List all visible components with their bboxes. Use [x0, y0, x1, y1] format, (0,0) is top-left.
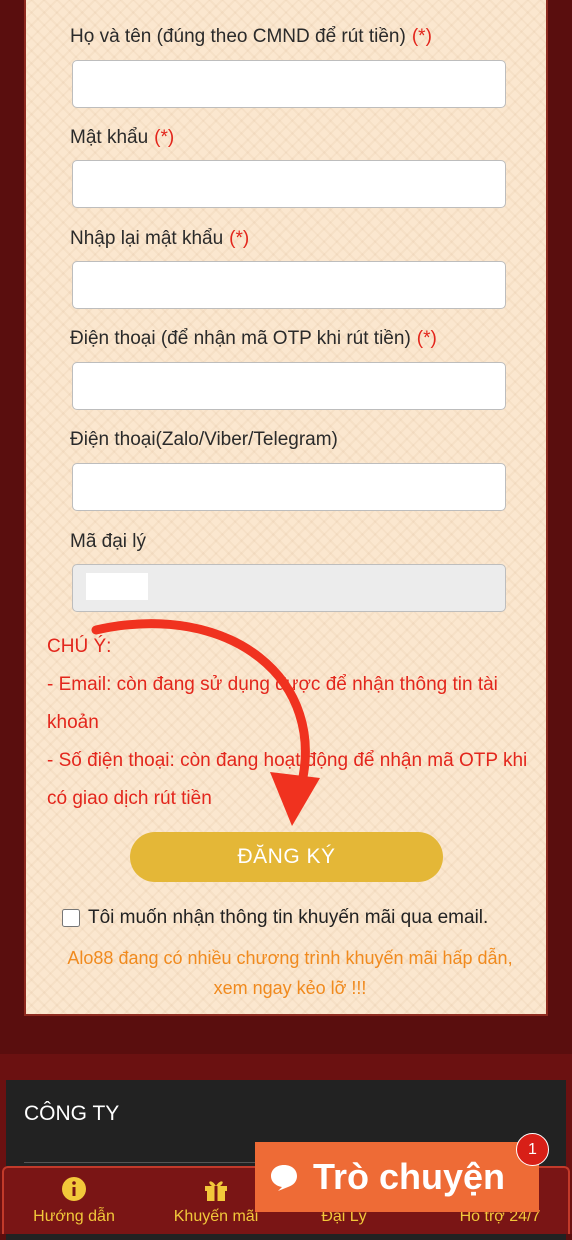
chat-bubble-icon — [271, 1165, 297, 1191]
gift-icon — [205, 1181, 227, 1201]
company-heading: CÔNG TY — [24, 1102, 120, 1125]
confirm-password-input[interactable] — [72, 261, 506, 309]
phone-otp-input[interactable] — [72, 362, 506, 410]
promo-text: Alo88 đang có nhiều chương trình khuyến … — [67, 948, 513, 998]
register-button[interactable]: ĐĂNG KÝ — [130, 832, 443, 882]
confirm-password-label: Nhập lại mật khẩu (*) — [70, 228, 250, 249]
note-title: CHÚ Ý: — [47, 636, 112, 657]
nav-item-guide[interactable]: Hướng dẫn — [4, 1176, 144, 1226]
promo-optin[interactable]: Tôi muốn nhận thông tin khuyến mãi qua e… — [62, 907, 488, 929]
chat-button[interactable]: Trò chuyện — [255, 1142, 539, 1212]
password-label: Mật khẩu (*) — [70, 127, 175, 148]
info-icon — [62, 1177, 86, 1201]
phone-messenger-input[interactable] — [72, 463, 506, 511]
promo-optin-label: Tôi muốn nhận thông tin khuyến mãi qua e… — [88, 907, 489, 928]
phone-messenger-label: Điện thoại(Zalo/Viber/Telegram) — [70, 429, 338, 450]
agent-code-label: Mã đại lý — [70, 531, 147, 552]
phone-otp-label: Điện thoại (để nhận mã OTP khi rút tiền)… — [70, 328, 437, 349]
fullname-input[interactable] — [72, 60, 506, 108]
chat-label: Trò chuyện — [313, 1156, 506, 1197]
chat-unread-badge: 1 — [516, 1133, 549, 1166]
note-phone: - Số điện thoại: còn đang hoạt động để n… — [47, 750, 528, 809]
note-email: - Email: còn đang sử dụng được để nhận t… — [47, 674, 498, 733]
fullname-label: Họ và tên (đúng theo CMND để rút tiền) (*… — [70, 26, 432, 47]
redacted-agent-code — [86, 573, 148, 600]
promo-optin-checkbox[interactable] — [62, 909, 80, 927]
password-input[interactable] — [72, 160, 506, 208]
